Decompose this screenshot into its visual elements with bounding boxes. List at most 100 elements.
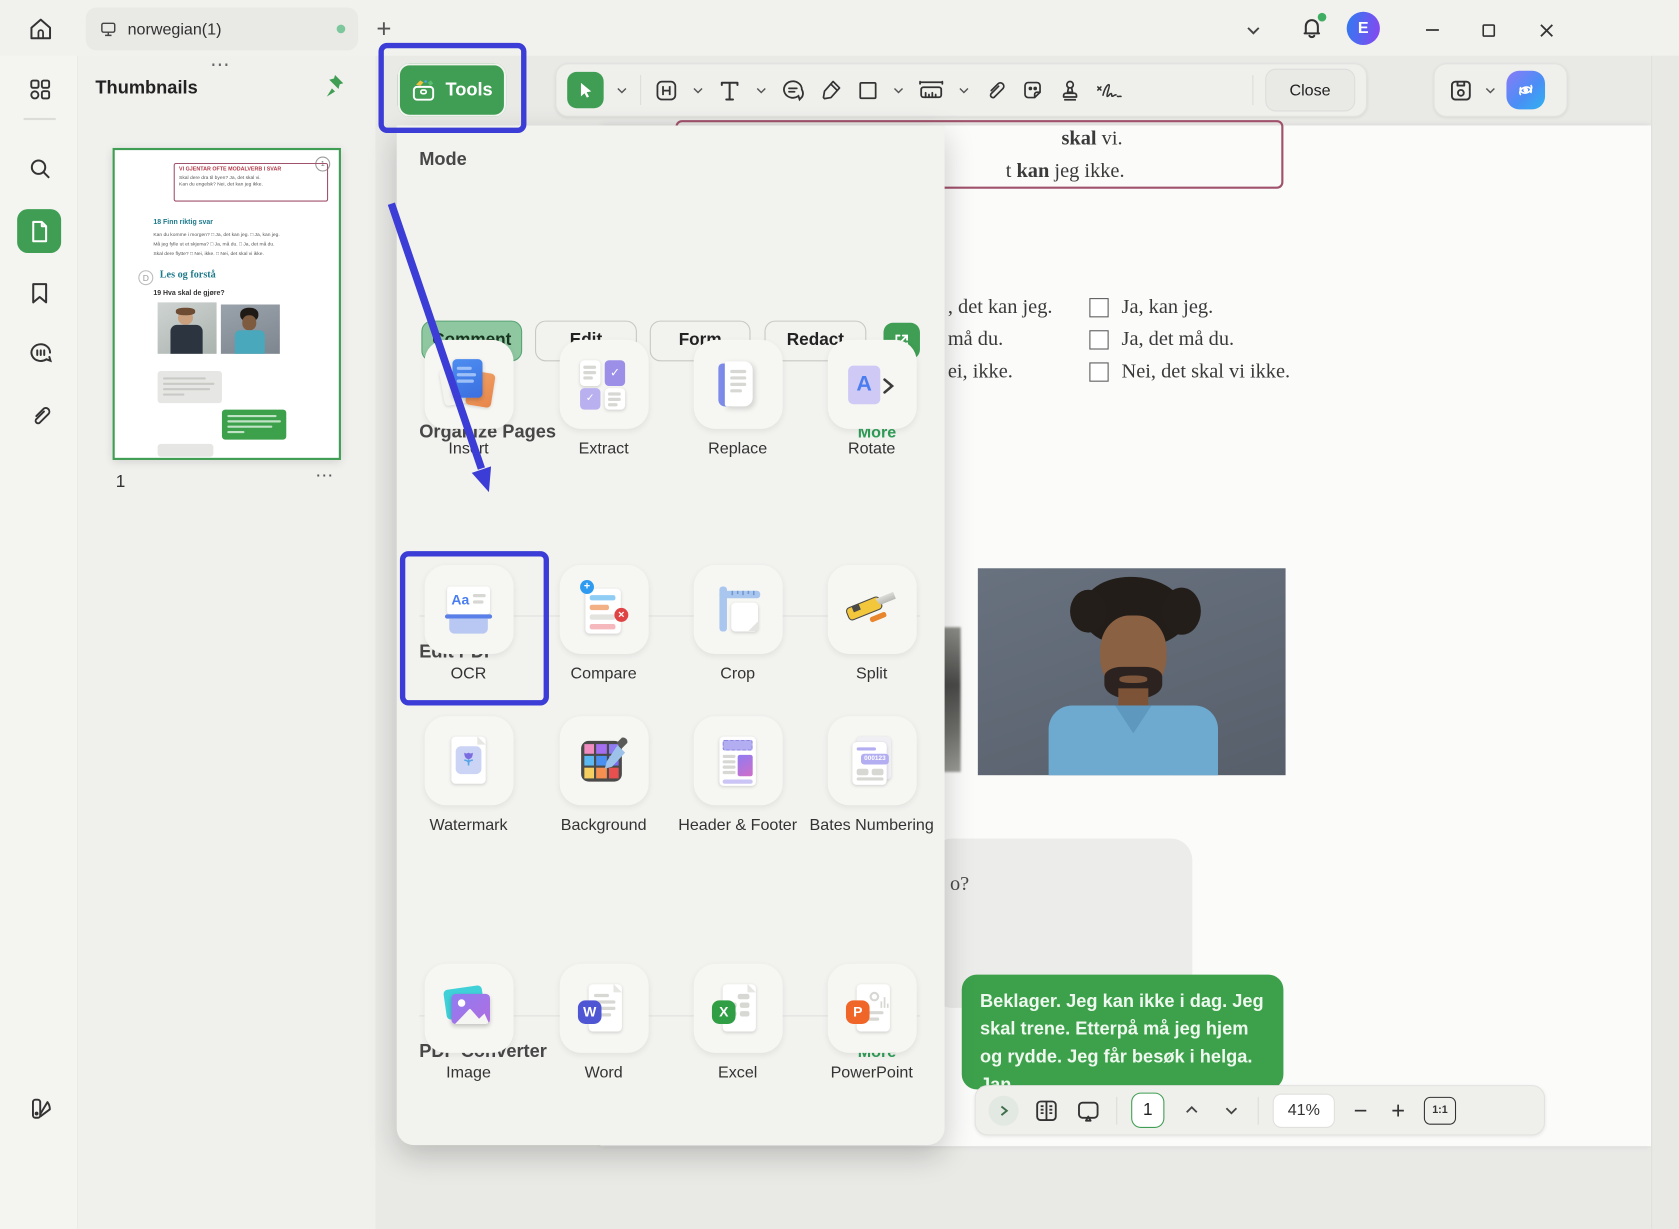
comment-tool-button[interactable] <box>779 77 806 104</box>
answer-key-line1: skal vi. <box>1061 128 1122 152</box>
text-tool-button[interactable] <box>716 77 743 104</box>
page-thumbnail[interactable]: 1 VI GJENTAR OFTE MODALVERB I SVAR Skal … <box>112 147 341 460</box>
toolbar-divider <box>1257 1096 1259 1125</box>
grid-view-icon[interactable] <box>26 75 54 103</box>
answer-checkbox <box>1089 362 1109 382</box>
save-toolbar <box>1433 63 1568 117</box>
new-tab-button[interactable]: + <box>369 15 399 45</box>
page-layout-button[interactable] <box>1033 1096 1061 1124</box>
heading-tool-button[interactable] <box>653 77 680 104</box>
exercise-option: Nei, det skal vi ikke. <box>1121 360 1291 383</box>
bookmarks-icon[interactable] <box>26 279 54 307</box>
comments-icon[interactable] <box>26 339 55 368</box>
chevron-down-icon[interactable] <box>615 84 628 97</box>
answer-key-line2: t kan jeg ikke. <box>1006 160 1125 184</box>
expand-toolbar-button[interactable] <box>988 1095 1019 1126</box>
powerpoint-badge: P <box>845 999 870 1024</box>
chevron-down-icon[interactable] <box>892 84 905 97</box>
home-button[interactable] <box>19 9 62 50</box>
notification-dot <box>1317 12 1327 22</box>
tile-label: Split <box>856 664 888 683</box>
save-icon[interactable] <box>1447 77 1474 104</box>
chevron-down-icon[interactable] <box>692 84 705 97</box>
tool-tile-split[interactable]: Split <box>805 565 938 684</box>
tile-label: Background <box>560 815 647 835</box>
exercise-option: Ja, det må du. <box>1121 328 1235 351</box>
actual-size-button[interactable]: 1:1 <box>1423 1096 1457 1125</box>
notifications-bell-icon[interactable] <box>1297 12 1329 45</box>
tile-label: PowerPoint <box>830 1063 913 1082</box>
sticker-tool-button[interactable] <box>1020 77 1046 103</box>
stamp-tool-button[interactable] <box>1057 77 1083 103</box>
tool-tile-ocr[interactable]: Aa OCR <box>402 565 535 684</box>
tool-tile-crop[interactable]: Crop <box>671 565 804 684</box>
thumbnail-menu-dots[interactable]: ⋯ <box>315 465 335 486</box>
bottom-toolbar: 1 41% − + 1:1 <box>974 1085 1546 1136</box>
crop-icon <box>693 565 783 655</box>
tile-label: Header & Footer <box>678 815 798 835</box>
bates-numbering-icon: 000123 <box>827 716 917 806</box>
color-swatch-icon[interactable] <box>24 1091 56 1123</box>
minimize-button[interactable] <box>1417 15 1447 45</box>
zoom-level-display[interactable]: 41% <box>1272 1093 1335 1128</box>
highlighter-tool-button[interactable] <box>818 77 844 103</box>
tool-tile-extract[interactable]: ✓ ✓ Extract <box>537 339 670 459</box>
pin-icon[interactable] <box>320 71 348 101</box>
rotate-arrow <box>883 377 895 394</box>
tool-tile-image[interactable]: Image <box>402 963 535 1083</box>
tool-tile-header-footer[interactable]: Header & Footer <box>671 716 804 835</box>
ai-assistant-button[interactable] <box>1506 70 1546 110</box>
document-tab[interactable]: norwegian(1) <box>85 7 359 51</box>
close-window-button[interactable] <box>1531 15 1561 45</box>
gray-bubble-text: o? <box>949 872 970 896</box>
tools-button[interactable]: Tools <box>397 63 507 117</box>
sidebar-item-thumbnails[interactable] <box>17 209 62 254</box>
insert-pages-icon <box>424 339 514 429</box>
thumb-gray-bubble <box>157 370 222 404</box>
previous-page-button[interactable] <box>1178 1102 1204 1118</box>
tool-tile-background[interactable]: Background <box>537 716 670 835</box>
tool-tile-powerpoint[interactable]: P PowerPoint <box>805 963 938 1083</box>
signature-tool-button[interactable] <box>1095 77 1124 103</box>
avatar[interactable]: E <box>1346 11 1380 46</box>
hair <box>1162 587 1201 635</box>
tool-tile-insert[interactable]: Insert <box>402 339 535 459</box>
maximize-button[interactable] <box>1473 15 1503 45</box>
chevron-down-icon[interactable] <box>755 84 768 97</box>
search-icon[interactable] <box>26 154 54 182</box>
exercise-option: Ja, kan jeg. <box>1121 295 1214 319</box>
unsaved-indicator-dot <box>336 24 346 34</box>
attachment-tool-button[interactable] <box>982 77 1008 103</box>
tool-tile-watermark[interactable]: Watermark <box>402 716 535 835</box>
attachments-icon[interactable] <box>26 401 55 430</box>
powerpoint-convert-icon: P <box>827 963 917 1053</box>
next-page-button[interactable] <box>1218 1102 1244 1118</box>
tool-tile-rotate[interactable]: A Rotate <box>805 339 938 459</box>
zoom-in-button[interactable]: + <box>1386 1096 1410 1124</box>
shape-tool-button[interactable] <box>856 78 881 103</box>
select-tool-button[interactable] <box>567 71 604 109</box>
thumb-answer-row: Skal dere flytte? □ Nei, ikke. □ Nei, de… <box>153 250 264 257</box>
zoom-out-button[interactable]: − <box>1349 1096 1373 1124</box>
chevron-down-icon[interactable] <box>1484 84 1497 97</box>
tool-tile-word[interactable]: W Word <box>537 963 670 1083</box>
close-tools-button[interactable]: Close <box>1264 68 1356 112</box>
scrollbar-track[interactable] <box>1651 55 1679 1229</box>
presentation-mode-button[interactable] <box>1074 1096 1102 1124</box>
tool-tile-replace[interactable]: Replace <box>671 339 804 459</box>
toolbar-divider <box>1251 75 1254 106</box>
tool-tile-bates-numbering[interactable]: 000123 Bates Numbering <box>805 716 938 835</box>
tool-tile-excel[interactable]: X Excel <box>671 963 804 1083</box>
tile-label: Excel <box>718 1063 758 1082</box>
panel-overflow-dots[interactable]: ⋯ <box>210 54 233 77</box>
chevron-down-icon[interactable] <box>1238 15 1268 45</box>
word-convert-icon: W <box>559 963 649 1053</box>
page-number-input[interactable]: 1 <box>1131 1092 1165 1128</box>
measure-tool-button[interactable] <box>917 76 946 105</box>
chevron-down-icon[interactable] <box>957 84 970 97</box>
exercise-left-fragment: ei, ikke. <box>947 360 1013 383</box>
page-icon <box>31 220 47 242</box>
answer-key-line2-pre: t <box>1005 159 1017 183</box>
tool-tile-compare[interactable]: + ✕ Compare <box>537 565 670 684</box>
excel-badge: X <box>711 999 736 1024</box>
